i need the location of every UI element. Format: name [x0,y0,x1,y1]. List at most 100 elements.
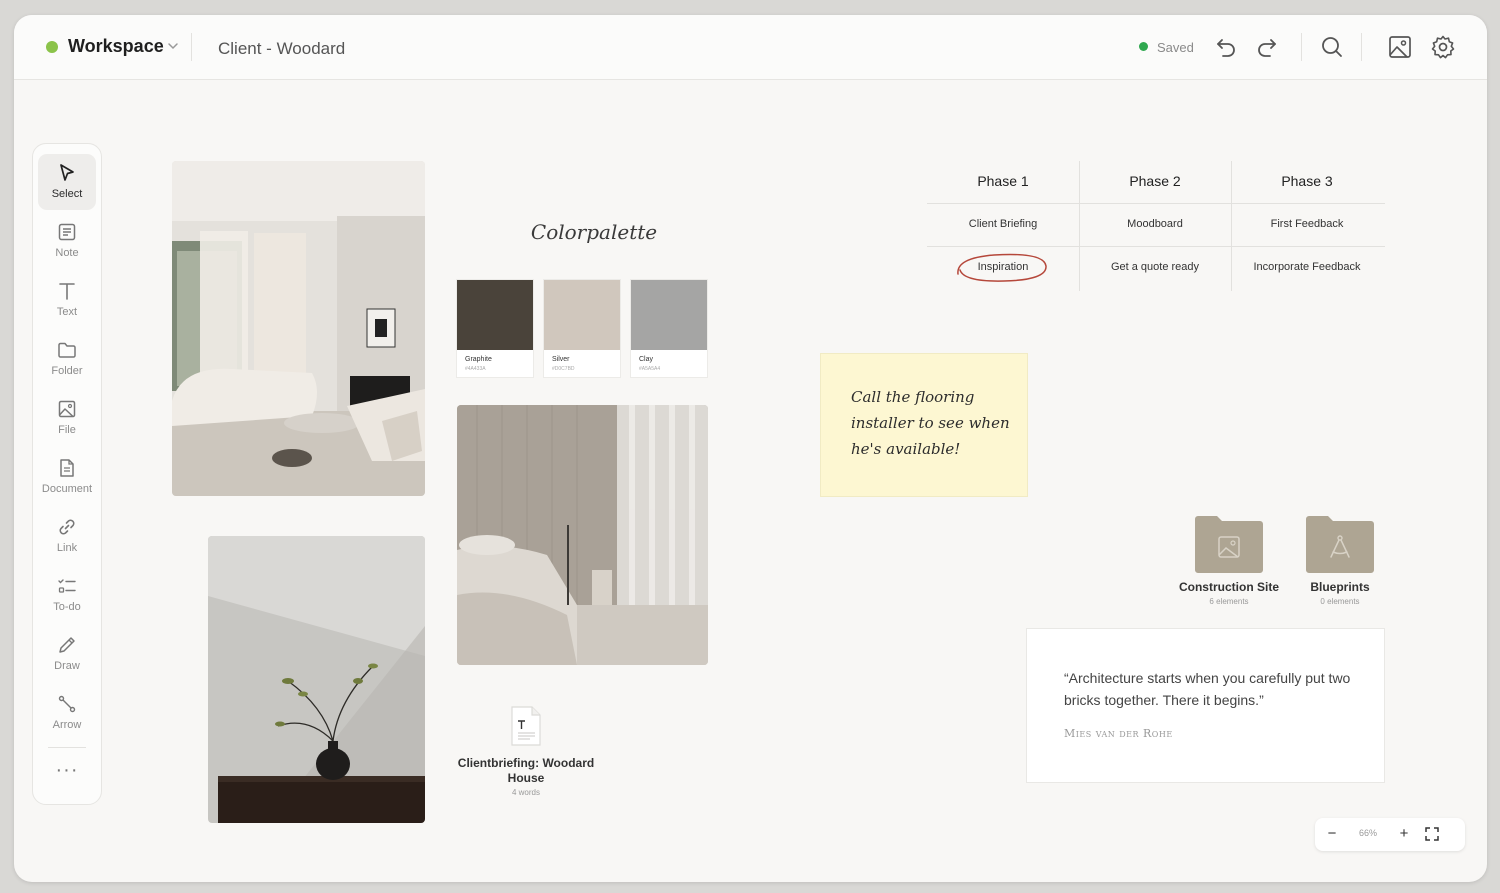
swatch-color [631,280,707,350]
color-swatch[interactable]: Clay #A5A5A4 [631,280,707,377]
document-name: Clientbriefing: Woodard House [457,756,595,785]
fullscreen-icon[interactable] [1424,826,1440,842]
zoom-in-button[interactable]: + [1393,823,1415,845]
tool-label: Arrow [52,719,82,731]
vase-photo[interactable] [208,536,425,823]
phase-cell[interactable]: First Feedback [1231,218,1383,230]
arrow-icon [58,695,76,713]
saved-status-dot [1139,42,1148,51]
document-icon [511,706,541,746]
quote-author: Mies van der Rohe [1064,727,1173,740]
pencil-icon [59,637,75,653]
swatch-name: Clay [639,356,654,363]
colorpalette-title[interactable]: Colorpalette [524,220,664,244]
undo-icon [1217,39,1235,57]
tool-label: Folder [51,365,83,377]
undo-button[interactable] [1213,34,1239,60]
tool-note[interactable]: Note [38,213,96,269]
quote-text: “Architecture starts when you carefully … [1064,670,1351,708]
saved-status-label: Saved [1157,40,1194,55]
tool-file[interactable]: File [38,390,96,446]
sidebar-divider [48,747,86,748]
todo-icon [58,579,76,593]
tool-text[interactable]: Text [38,272,96,328]
link-icon [59,519,75,535]
folder-count: 0 elements [1320,597,1360,606]
folder-icon [1195,516,1263,573]
more-tools-button[interactable]: ··· [38,759,96,783]
sticky-note[interactable]: Call the flooring installer to see when … [821,354,1027,496]
folder-construction-site[interactable]: Construction Site 6 elements [1169,515,1289,611]
zoom-out-button[interactable]: − [1321,823,1343,845]
swatch-hex: #D0C7BD [552,366,575,372]
image-icon [1389,36,1411,58]
tool-todo[interactable]: To-do [38,567,96,623]
zoom-level: 66% [1358,828,1377,838]
quote-card[interactable]: “Architecture starts when you carefully … [1027,629,1384,782]
redo-icon [1258,39,1276,57]
color-swatch[interactable]: Graphite #4A433A [457,280,533,377]
document-icon [60,459,74,477]
phase-header[interactable]: Phase 2 [1079,173,1231,189]
folder-name: Blueprints [1310,580,1370,594]
topbar-divider [1301,33,1302,61]
text-icon [59,283,75,300]
tool-label: To-do [53,601,81,613]
document-word-count: 4 words [511,788,540,797]
workspace-status-dot [46,41,58,53]
swatch-name: Graphite [465,356,492,363]
swatch-color [544,280,620,350]
phase-cell[interactable]: Client Briefing [927,218,1079,230]
tool-select[interactable]: Select [38,154,96,210]
swatch-hex: #4A433A [465,366,486,372]
settings-button[interactable] [1430,34,1456,60]
bedroom-photo[interactable] [457,405,708,665]
folder-icon [1306,516,1374,573]
tool-label: Document [41,483,93,495]
hand-drawn-circle[interactable] [954,250,1050,285]
tool-sidebar: Select Note Text Folder File Document Li… [32,143,102,805]
search-icon [1322,37,1342,57]
topbar-divider [191,33,192,61]
tool-folder[interactable]: Folder [38,331,96,387]
image-button[interactable] [1387,34,1413,60]
living-room-photo[interactable] [172,161,425,496]
chevron-down-icon[interactable] [166,39,180,53]
zoom-controls: − 66% + [1315,818,1465,851]
top-bar: Workspace Client - Woodard Saved [14,15,1487,80]
sticky-note-text: Call the flooring installer to see when … [851,388,1010,458]
tool-label: Text [56,306,78,318]
tool-label: Draw [54,660,80,672]
swatch-name: Silver [552,356,570,363]
phase-cell[interactable]: Moodboard [1079,218,1231,230]
search-button[interactable] [1319,34,1345,60]
gear-icon [1431,35,1455,59]
phase-cell[interactable]: Get a quote ready [1079,261,1231,273]
image-file-icon [58,400,76,418]
tool-label: Link [56,542,78,554]
board-name[interactable]: Client - Woodard [218,39,345,59]
topbar-divider [1361,33,1362,61]
folder-blueprints[interactable]: Blueprints 0 elements [1280,515,1400,611]
phase-header[interactable]: Phase 1 [927,173,1079,189]
tool-document[interactable]: Document [38,449,96,505]
tool-label: File [58,424,76,436]
document-item[interactable]: Clientbriefing: Woodard House 4 words [454,705,598,805]
app-window: Workspace Client - Woodard Saved Select [14,15,1487,882]
phase-cell[interactable]: Incorporate Feedback [1231,261,1383,273]
tool-arrow[interactable]: Arrow [38,685,96,741]
swatch-color [457,280,533,350]
tool-label: Select [51,188,83,200]
phase-header[interactable]: Phase 3 [1231,173,1383,189]
redo-button[interactable] [1254,34,1280,60]
folder-count: 6 elements [1209,597,1249,606]
phase-column: Phase 2 Moodboard Get a quote ready [1079,161,1231,291]
cursor-icon [60,164,74,181]
tool-link[interactable]: Link [38,508,96,564]
tool-draw[interactable]: Draw [38,626,96,682]
note-icon [58,223,76,241]
color-swatch[interactable]: Silver #D0C7BD [544,280,620,377]
folder-icon [58,342,76,358]
workspace-label[interactable]: Workspace [68,36,164,57]
tool-label: Note [55,247,79,259]
